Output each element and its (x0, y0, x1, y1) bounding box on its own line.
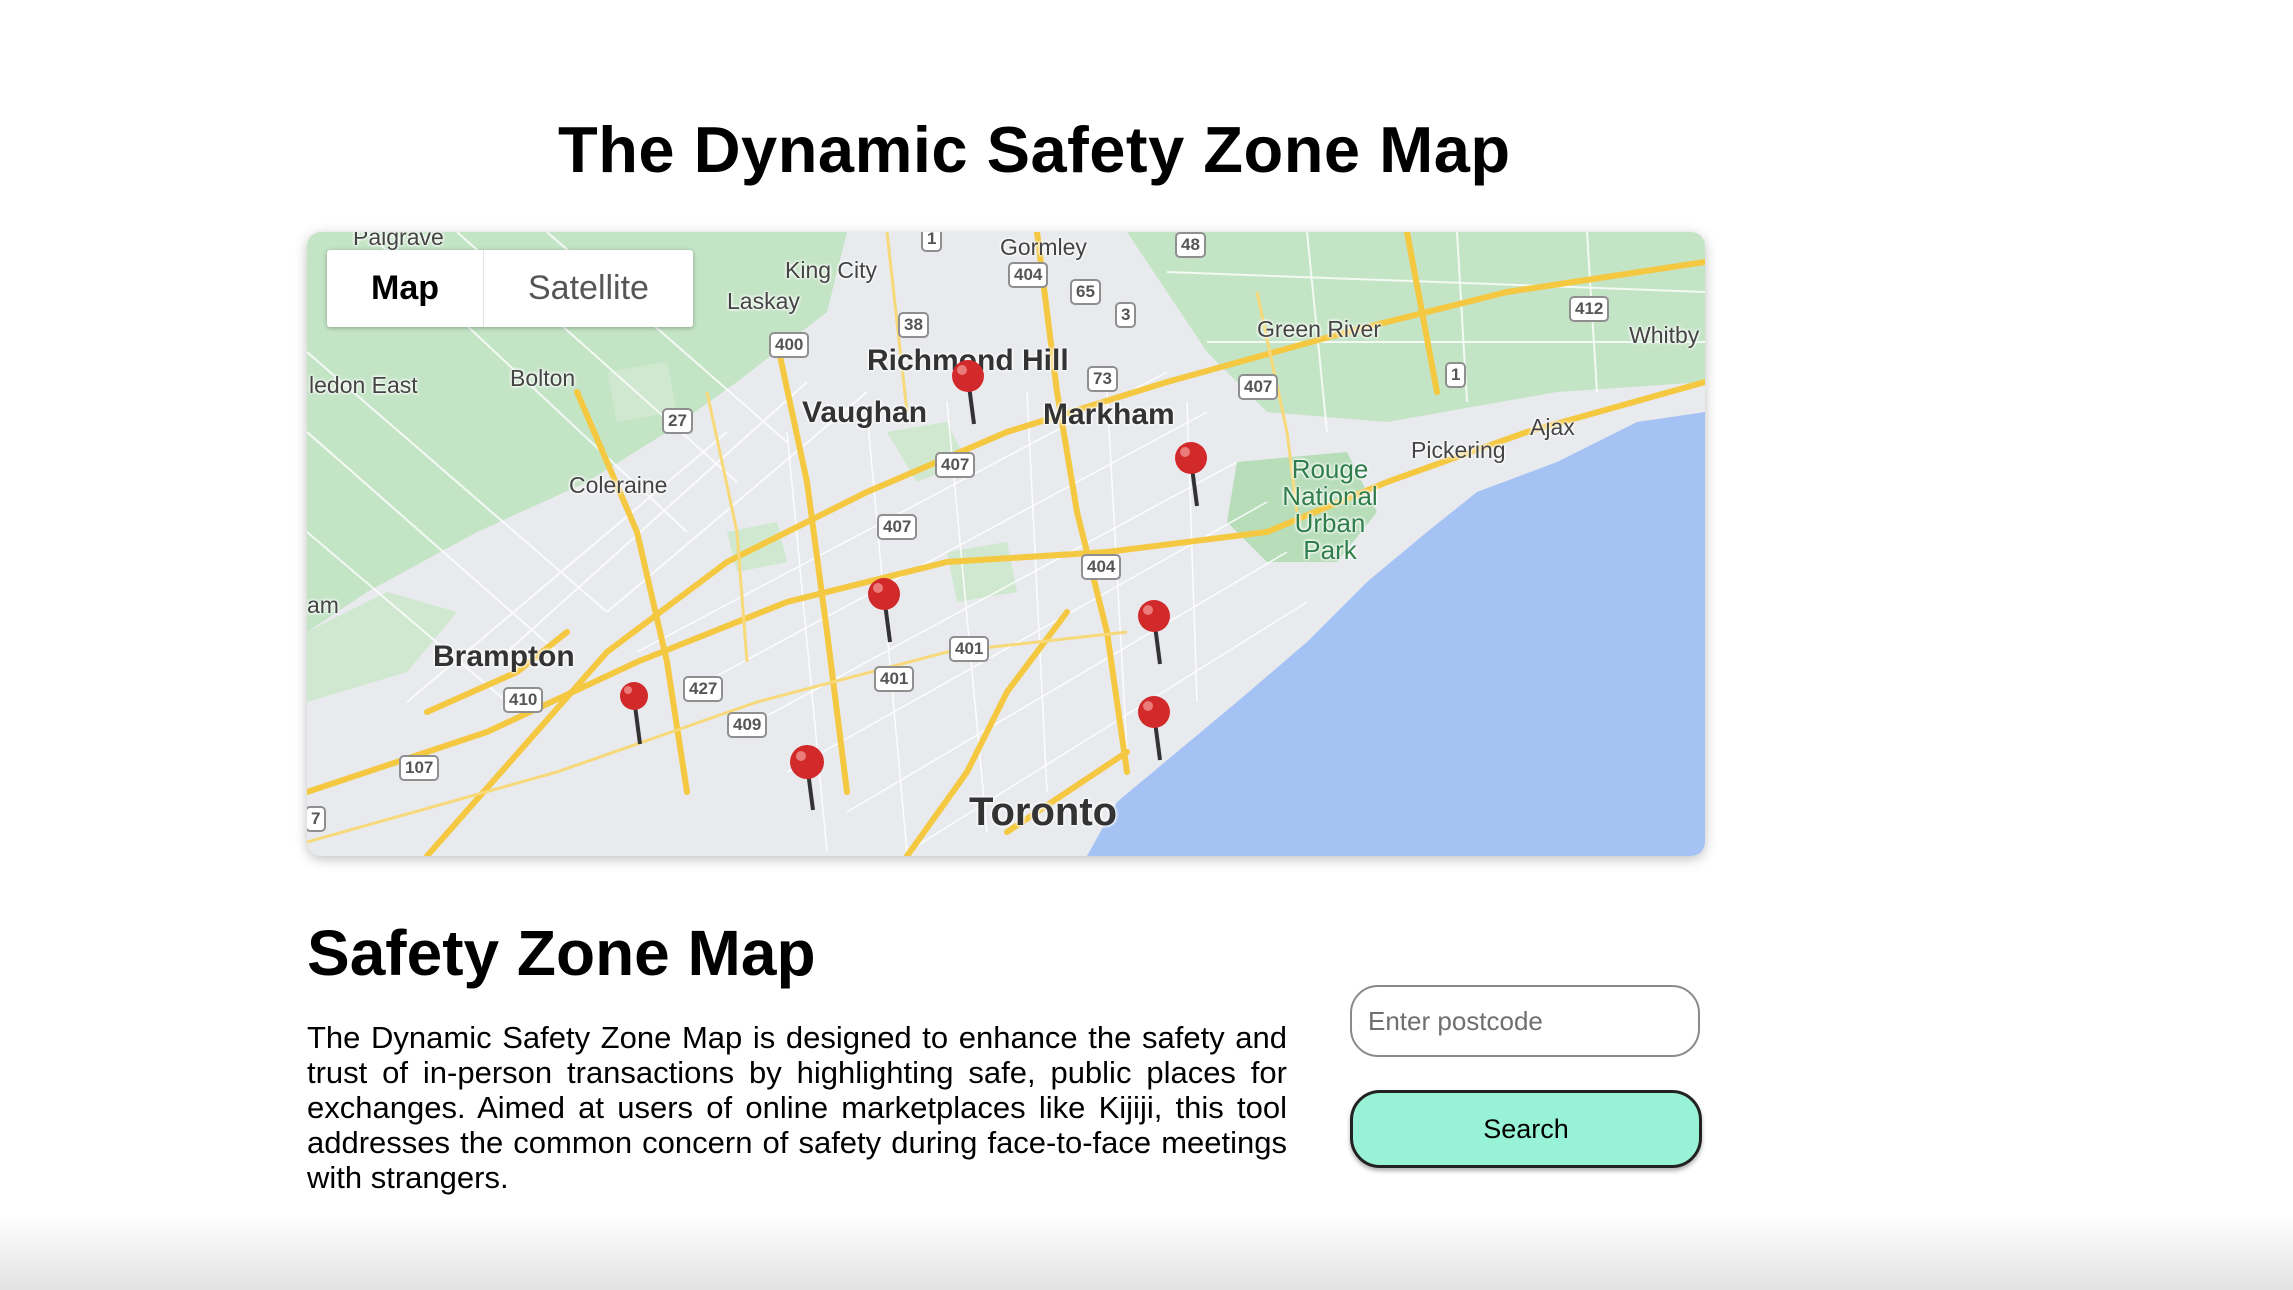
map-type-toggle[interactable]: Map Satellite (327, 250, 693, 327)
highway-shield: 73 (1087, 366, 1118, 392)
safety-zone-pin-icon[interactable] (864, 576, 908, 646)
highway-shield: 407 (877, 514, 918, 540)
safety-zone-pin-icon[interactable] (787, 744, 831, 814)
map-type-satellite-button[interactable]: Satellite (484, 250, 693, 327)
highway-shield: 412 (1569, 296, 1610, 322)
search-button[interactable]: Search (1350, 1090, 1702, 1168)
place-label-green-river: Green River (1257, 316, 1381, 342)
highway-shield: 107 (399, 755, 440, 781)
highway-shield: 404 (1081, 554, 1122, 580)
place-label-edge: am (307, 592, 339, 618)
place-label-gormley: Gormley (1000, 234, 1087, 260)
highway-shield: 401 (949, 636, 990, 662)
highway-shield: 404 (1008, 262, 1049, 288)
place-label-king-city: King City (785, 257, 878, 283)
place-label-whitby: Whitby (1629, 322, 1700, 348)
page-title: The Dynamic Safety Zone Map (558, 113, 1511, 186)
place-label-markham: Markham (1043, 398, 1175, 431)
place-label-brampton: Brampton (433, 640, 575, 673)
highway-shield: 65 (1070, 279, 1101, 305)
highway-shield: 7 (307, 806, 327, 832)
highway-shield: 400 (769, 332, 810, 358)
place-label-rouge-park: Rouge National Urban Park (1282, 454, 1378, 565)
highway-shield: 427 (683, 676, 724, 702)
section-title: Safety Zone Map (307, 917, 816, 989)
bottom-shadow (0, 1215, 2293, 1290)
description-text: The Dynamic Safety Zone Map is designed … (307, 1020, 1287, 1195)
map-widget[interactable]: Map Satellite Palgrave Gormley King City… (307, 232, 1705, 856)
highway-shield: 407 (1238, 374, 1279, 400)
highway-shield: 410 (503, 687, 544, 713)
highway-shield: 38 (898, 312, 929, 338)
safety-zone-pin-icon[interactable] (1134, 694, 1178, 764)
highway-shield: 1 (921, 232, 943, 252)
safety-zone-pin-icon[interactable] (614, 678, 658, 748)
highway-shield: 401 (874, 666, 915, 692)
safety-zone-pin-icon[interactable] (1171, 440, 1215, 510)
place-label-coleraine: Coleraine (569, 472, 668, 498)
highway-shield: 1 (1445, 362, 1467, 388)
place-label-ajax: Ajax (1530, 414, 1575, 440)
place-label-palgrave: Palgrave (353, 232, 444, 250)
highway-shield: 48 (1175, 232, 1206, 258)
map-type-map-button[interactable]: Map (327, 250, 484, 327)
place-label-bolton: Bolton (510, 365, 576, 391)
highway-shield: 409 (727, 712, 768, 738)
safety-zone-pin-icon[interactable] (948, 358, 992, 428)
place-label-caledon-east: ledon East (309, 372, 418, 398)
place-label-pickering: Pickering (1411, 437, 1506, 463)
highway-shield: 3 (1115, 302, 1137, 328)
safety-zone-pin-icon[interactable] (1134, 598, 1178, 668)
place-label-vaughan: Vaughan (802, 396, 928, 429)
highway-shield: 407 (935, 452, 976, 478)
highway-shield: 27 (662, 408, 693, 434)
place-label-laskay: Laskay (727, 288, 800, 314)
postcode-input[interactable] (1350, 985, 1700, 1057)
place-label-toronto: Toronto (969, 790, 1118, 834)
